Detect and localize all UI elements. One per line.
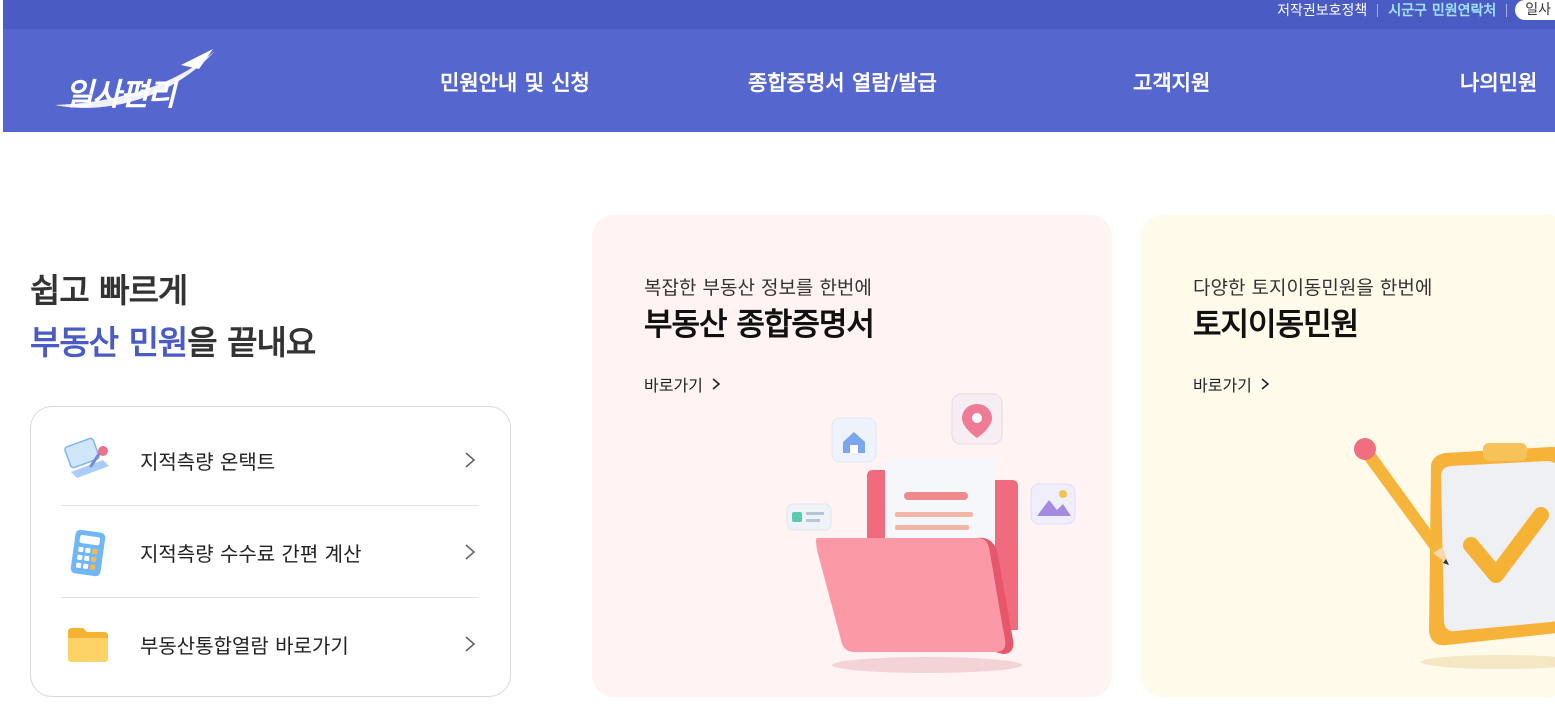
service-switch-button[interactable]: 일사 [1515,0,1555,20]
chevron-right-icon [1261,378,1270,390]
chevron-right-icon [712,378,721,390]
quick-link-label: 부동산통합열람 바로가기 [140,634,349,658]
card-go-link[interactable]: 바로가기 [644,372,721,396]
document-folder-icon [786,393,1076,673]
nav-civil-guide[interactable]: 민원안내 및 신청 [440,67,590,97]
card-land-movement[interactable]: 다양한 토지이동민원을 한번에 토지이동민원 바로가기 [1141,215,1555,697]
clipboard-pencil-icon [1354,438,1555,669]
top-utility-bar: 저작권보호정책 시군구 민원연락처 일사 [3,0,1555,29]
card-real-estate-certificate[interactable]: 복잡한 부동산 정보를 한번에 부동산 종합증명서 바로가기 [592,215,1112,697]
hero-heading: 쉽고 빠르게 부동산 민원을 끝내요 [30,265,316,369]
hero-line-2: 부동산 민원을 끝내요 [30,317,316,369]
card-title: 부동산 종합증명서 [644,307,875,343]
quick-link-fee-calculator[interactable]: 지적측량 수수료 간편 계산 [61,506,479,597]
district-contact-link[interactable]: 시군구 민원연락처 [1378,0,1506,20]
quick-links-panel: 지적측량 온택트 지적측량 수수료 간편 계산 부동산통합열람 바로가기 [30,406,511,697]
card-go-label: 바로가기 [1193,376,1252,395]
copyright-policy-link[interactable]: 저작권보호정책 [1267,0,1377,20]
calculator-icon [70,529,106,577]
quick-link-label: 지적측량 온택트 [140,450,276,474]
hero-line-1: 쉽고 빠르게 [30,271,188,310]
chevron-right-icon [465,452,476,468]
folder-icon [68,628,108,662]
divider [1506,3,1508,17]
quick-link-real-estate-view[interactable]: 부동산통합열람 바로가기 [61,598,479,689]
chevron-right-icon [465,636,476,652]
site-logo[interactable]: 일사편리 [53,47,223,117]
laptop-icon [64,437,109,478]
card-subtitle: 복잡한 부동산 정보를 한번에 [644,277,872,299]
chevron-right-icon [465,544,476,560]
utility-links: 저작권보호정책 시군구 민원연락처 일사 [1267,0,1555,20]
card-go-link[interactable]: 바로가기 [1193,372,1270,396]
logo-text: 일사편리 [65,77,176,113]
quick-link-survey-ontact[interactable]: 지적측량 온택트 [61,414,479,505]
nav-my-civil[interactable]: 나의민원 [1460,67,1537,97]
quick-link-label: 지적측량 수수료 간편 계산 [140,542,362,566]
hero-rest: 을 끝내요 [187,323,316,362]
card-title: 토지이동민원 [1193,307,1359,343]
nav-certificate[interactable]: 종합증명서 열람/발급 [748,67,937,97]
main-navbar: 일사편리 민원안내 및 신청 종합증명서 열람/발급 고객지원 나의민원 [3,29,1555,132]
card-go-label: 바로가기 [644,376,703,395]
nav-customer-support[interactable]: 고객지원 [1133,67,1210,97]
hero-accent: 부동산 민원 [30,323,188,362]
card-subtitle: 다양한 토지이동민원을 한번에 [1193,277,1433,299]
